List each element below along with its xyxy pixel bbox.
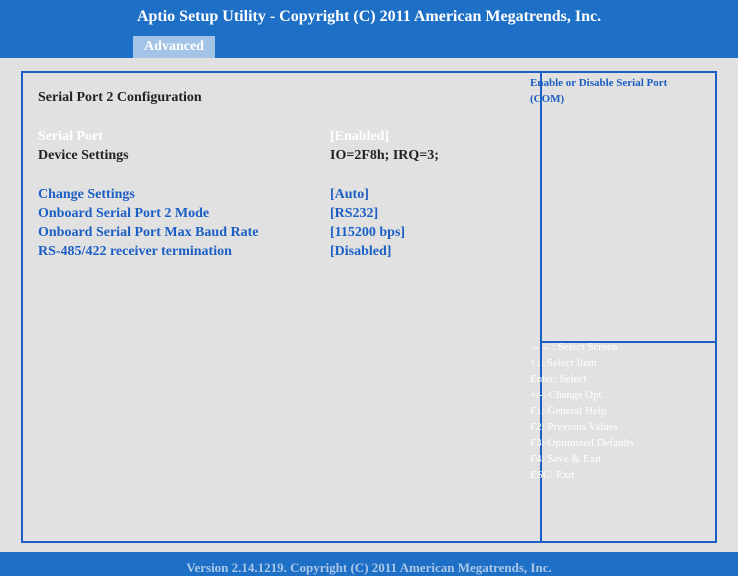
option-value: [RS232] xyxy=(330,206,379,221)
option-label: Onboard Serial Port 2 Mode xyxy=(38,206,210,221)
key-esc-exit: ESC: Exit xyxy=(530,469,575,481)
version-text: Version 2.14.1219. Copyright (C) 2011 Am… xyxy=(186,560,552,575)
option-value: [115200 bps] xyxy=(330,225,406,240)
key-select-screen: →←: Select Screen xyxy=(530,341,618,353)
option-label: Change Settings xyxy=(38,187,135,202)
app-title: Aptio Setup Utility - Copyright (C) 2011… xyxy=(136,8,602,25)
info-value: IO=2F8h; IRQ=3; xyxy=(330,148,439,163)
key-previous-values: F2: Previous Values xyxy=(530,421,618,433)
key-save-exit: F4: Save & Exit xyxy=(530,453,602,465)
section-title: Serial Port 2 Configuration xyxy=(38,90,202,105)
info-label: Device Settings xyxy=(38,148,129,163)
option-label: Onboard Serial Port Max Baud Rate xyxy=(38,225,259,240)
option-value: [Auto] xyxy=(330,187,369,202)
key-legend: →←: Select Screen ↑↓: Select Item Enter:… xyxy=(530,339,690,483)
tab-advanced[interactable]: Advanced xyxy=(133,36,215,58)
help-description: Enable or Disable Serial Port (COM) xyxy=(530,77,668,105)
option-label: Serial Port xyxy=(38,129,103,144)
main-panel: Serial Port 2 Configuration Serial Port … xyxy=(0,58,738,552)
option-label: RS-485/422 receiver termination xyxy=(38,244,232,259)
header-bar: Aptio Setup Utility - Copyright (C) 2011… xyxy=(0,0,738,58)
option-value: [Enabled] xyxy=(330,129,390,144)
key-general-help: F1: General Help xyxy=(530,405,607,417)
key-select-item: ↑↓: Select Item xyxy=(530,357,597,369)
option-value: [Disabled] xyxy=(330,244,392,259)
key-optimized-defaults: F3: Optimized Defaults xyxy=(530,437,634,449)
key-enter: Enter: Select xyxy=(530,373,587,385)
key-change-opt: +/-: Change Opt. xyxy=(530,389,605,401)
footer-bar: Version 2.14.1219. Copyright (C) 2011 Am… xyxy=(0,552,738,576)
